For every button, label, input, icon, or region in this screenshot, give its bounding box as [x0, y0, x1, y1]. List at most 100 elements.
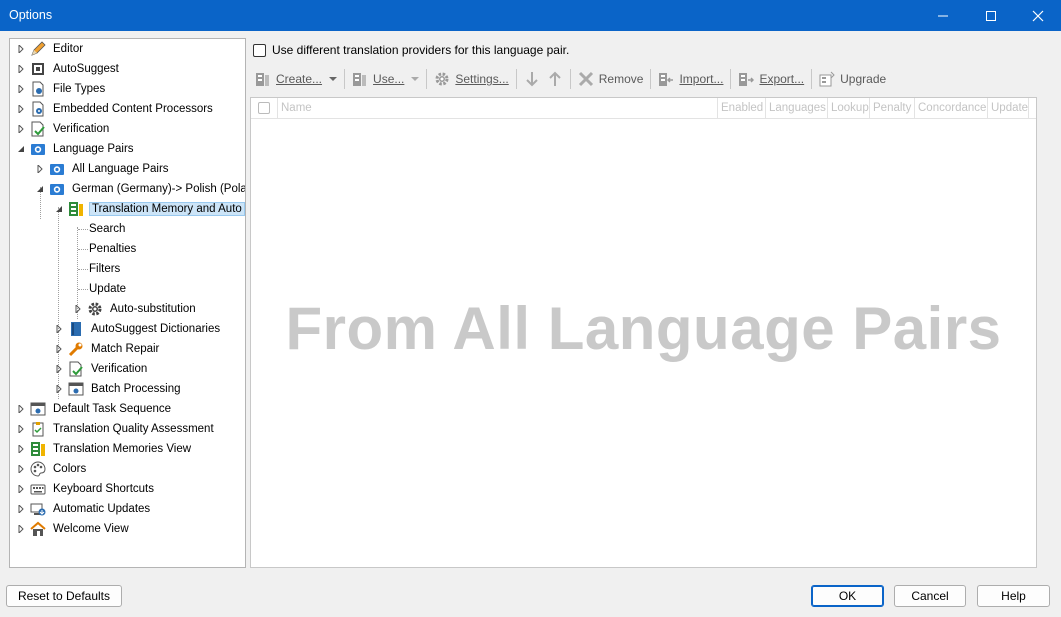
column-penalty[interactable]: Penalty [870, 98, 915, 118]
tree-item-autosuggest-dictionaries[interactable]: AutoSuggest Dictionaries [54, 320, 222, 338]
import-button[interactable]: Import... [653, 68, 728, 90]
chevron-down-icon[interactable] [411, 77, 420, 81]
select-all-checkbox-cell[interactable] [251, 98, 278, 118]
column-enabled[interactable]: Enabled [718, 98, 766, 118]
chevron-down-icon[interactable] [329, 77, 338, 81]
expand-icon[interactable] [54, 380, 64, 398]
tree-item-keyboard-shortcuts[interactable]: Keyboard Shortcuts [16, 480, 156, 498]
select-all-checkbox[interactable] [258, 102, 270, 114]
language-pairs-icon [49, 181, 65, 197]
column-name[interactable]: Name [278, 98, 718, 118]
tree-item-match-repair[interactable]: Match Repair [54, 340, 161, 358]
column-languages[interactable]: Languages [766, 98, 828, 118]
minimize-button[interactable] [920, 0, 966, 31]
tree-item-penalties[interactable]: Penalties [87, 240, 138, 258]
toolbar-separator [515, 69, 517, 89]
column-update[interactable]: Update [988, 98, 1029, 118]
tree-item-translation-memories-view[interactable]: Translation Memories View [16, 440, 193, 458]
expand-icon[interactable] [16, 460, 26, 478]
expand-icon[interactable] [16, 440, 26, 458]
arrow-down-icon [524, 71, 540, 87]
wrench-icon [68, 341, 84, 357]
tree-item-autosuggest[interactable]: AutoSuggest [16, 60, 121, 78]
expand-icon[interactable] [54, 340, 64, 358]
expand-icon[interactable] [16, 400, 26, 418]
expand-icon[interactable] [16, 480, 26, 498]
language-pairs-icon [30, 141, 46, 157]
tree-item-welcome-view[interactable]: Welcome View [16, 520, 131, 538]
verification-icon [68, 361, 84, 377]
inherited-watermark: From All Language Pairs [285, 295, 1002, 362]
collapse-icon[interactable] [16, 140, 26, 158]
providers-grid[interactable]: Name Enabled Languages Lookup Penalty Co… [250, 97, 1037, 568]
use-button[interactable]: Use... [347, 68, 424, 90]
toolbar-separator [569, 69, 571, 89]
tree-item-batch-processing[interactable]: Batch Processing [54, 380, 183, 398]
tree-item-file-types[interactable]: File Types [16, 80, 107, 98]
close-button[interactable] [1015, 0, 1061, 31]
column-lookup[interactable]: Lookup [828, 98, 870, 118]
toolbar-separator [730, 69, 732, 89]
expand-icon[interactable] [16, 520, 26, 538]
tree-item-embedded-content-processors[interactable]: Embedded Content Processors [16, 100, 215, 118]
tree-item-verification-lp[interactable]: Verification [54, 360, 149, 378]
embedded-content-icon [30, 101, 46, 117]
expand-icon[interactable] [54, 320, 64, 338]
translation-memory-icon [30, 441, 46, 457]
tree-item-auto-substitution[interactable]: Auto-substitution [73, 300, 198, 318]
tree-item-all-language-pairs[interactable]: All Language Pairs [35, 160, 171, 178]
tree-item-default-task-sequence[interactable]: Default Task Sequence [16, 400, 173, 418]
tree-item-update[interactable]: Update [87, 280, 128, 298]
move-up-button[interactable] [545, 68, 568, 90]
expand-icon[interactable] [16, 420, 26, 438]
autosuggest-icon [30, 61, 46, 77]
expand-icon[interactable] [16, 500, 26, 518]
options-tree[interactable]: Editor AutoSuggest File Types Embedded C… [9, 38, 246, 568]
expand-icon[interactable] [16, 60, 26, 78]
tree-item-german-polish[interactable]: German (Germany)-> Polish (Polan [35, 180, 245, 198]
tree-item-language-pairs[interactable]: Language Pairs [16, 140, 136, 158]
update-icon [30, 501, 46, 517]
upgrade-button[interactable]: Upgrade [814, 68, 891, 90]
cancel-button[interactable]: Cancel [894, 585, 966, 607]
use-different-providers-row[interactable]: Use different translation providers for … [253, 42, 569, 58]
collapse-icon[interactable] [35, 180, 45, 198]
toolbar-separator [811, 69, 813, 89]
ok-button[interactable]: OK [811, 585, 884, 607]
tree-item-filters[interactable]: Filters [87, 260, 122, 278]
minimize-icon [938, 15, 948, 16]
expand-icon[interactable] [54, 360, 64, 378]
upgrade-icon [819, 71, 835, 87]
expand-icon[interactable] [16, 120, 26, 138]
help-button[interactable]: Help [977, 585, 1050, 607]
reset-to-defaults-button[interactable]: Reset to Defaults [6, 585, 122, 607]
tree-item-search[interactable]: Search [87, 220, 127, 238]
tree-item-translation-memory[interactable]: Translation Memory and Auto [54, 200, 245, 218]
dictionary-icon [68, 321, 84, 337]
gear-icon [434, 71, 450, 87]
expand-icon[interactable] [16, 40, 26, 58]
tree-item-translation-quality-assessment[interactable]: Translation Quality Assessment [16, 420, 216, 438]
translation-memory-icon [352, 71, 368, 87]
expand-icon[interactable] [16, 80, 26, 98]
remove-button[interactable]: Remove [573, 68, 649, 90]
column-concordance[interactable]: Concordance [915, 98, 988, 118]
settings-button[interactable]: Settings... [429, 68, 513, 90]
move-down-button[interactable] [519, 68, 545, 90]
verification-icon [30, 121, 46, 137]
create-button[interactable]: Create... [250, 68, 342, 90]
expand-icon[interactable] [35, 160, 45, 178]
expand-icon[interactable] [16, 100, 26, 118]
tree-item-editor[interactable]: Editor [16, 40, 85, 58]
toolbar-separator [650, 69, 652, 89]
tree-item-verification[interactable]: Verification [16, 120, 111, 138]
tree-item-automatic-updates[interactable]: Automatic Updates [16, 500, 152, 518]
collapse-icon[interactable] [54, 200, 64, 218]
use-different-providers-checkbox[interactable] [253, 43, 266, 57]
export-button[interactable]: Export... [733, 68, 809, 90]
expand-icon[interactable] [73, 300, 83, 318]
palette-icon [30, 461, 46, 477]
maximize-button[interactable] [968, 0, 1014, 31]
quality-assessment-icon [30, 421, 46, 437]
tree-item-colors[interactable]: Colors [16, 460, 88, 478]
